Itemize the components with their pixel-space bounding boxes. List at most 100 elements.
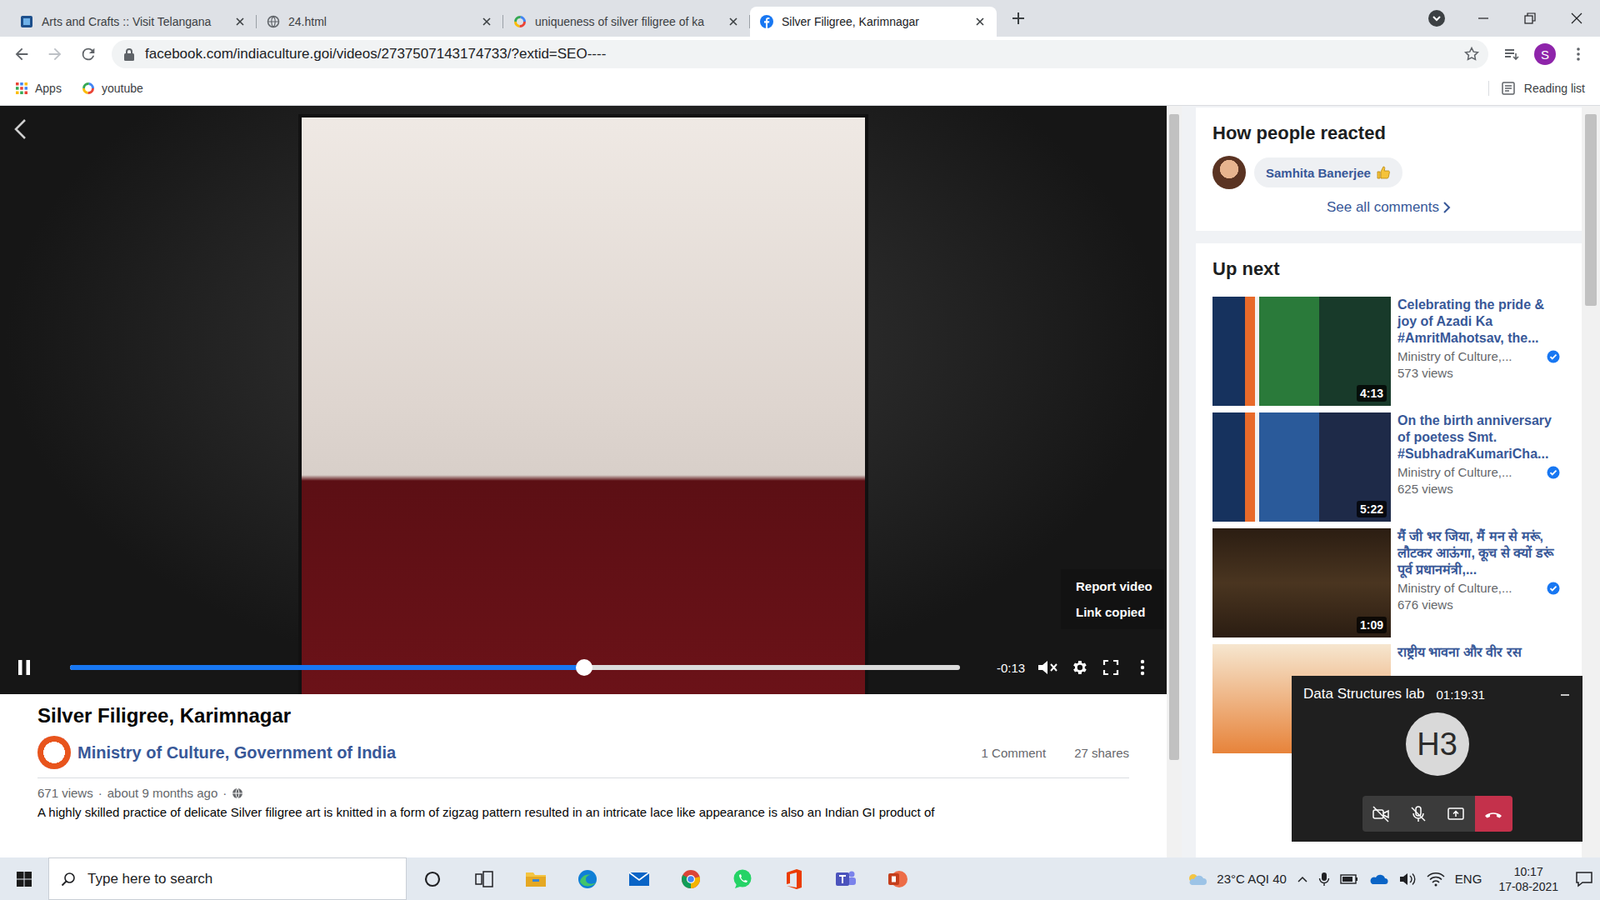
task-view-icon[interactable] [458, 857, 510, 900]
weather-icon[interactable] [1185, 870, 1207, 888]
restore-icon [1524, 12, 1536, 25]
tab-search-icon[interactable] [1413, 0, 1460, 37]
reload-icon[interactable] [73, 39, 104, 70]
browser-tab[interactable]: 24.html [256, 6, 504, 37]
scroll-thumb[interactable] [1585, 114, 1597, 306]
browser-tab[interactable]: uniqueness of silver filigree of ka [503, 6, 750, 37]
file-explorer-icon [532, 879, 540, 882]
up-next-item[interactable]: 4:13Celebrating the pride & joy of Azadi… [1212, 296, 1565, 406]
up-next-item[interactable]: 1:09मैं जी भर जिया, मैं मन से मरूं, लौटक… [1212, 528, 1565, 638]
scrollbar[interactable] [1166, 105, 1182, 858]
up-next-item[interactable]: 5:22On the birth anniversary of poetess … [1212, 412, 1565, 522]
description: A highly skilled practice of delicate Si… [37, 805, 1130, 820]
media-queue-icon[interactable] [1496, 39, 1527, 70]
share-count[interactable]: 27 shares [1074, 745, 1130, 760]
up-next-title[interactable]: राष्ट्रीय भावना और वीर रस [1397, 644, 1560, 661]
more-options-icon[interactable] [1126, 652, 1159, 683]
camera-off-icon[interactable] [1362, 795, 1400, 832]
comment-count[interactable]: 1 Comment [981, 745, 1047, 760]
search-placeholder[interactable]: Type here to search [87, 870, 213, 888]
user-avatar[interactable] [1212, 155, 1246, 190]
share-screen-icon[interactable] [1437, 795, 1475, 832]
battery-icon[interactable] [1340, 873, 1359, 885]
reading-list[interactable]: Reading list [1488, 80, 1585, 96]
address-bar[interactable]: facebook.com/indiaculture.goi/videos/273… [111, 40, 1489, 69]
bookmark[interactable]: Apps [15, 81, 62, 95]
see-all-comments[interactable]: See all comments [1212, 199, 1565, 216]
chrome-icon[interactable] [665, 857, 717, 900]
teams-icon[interactable] [820, 857, 872, 900]
video-thumbnail[interactable]: 5:22 [1212, 412, 1391, 522]
up-next-title[interactable]: Celebrating the pride & joy of Azadi Ka … [1397, 296, 1560, 347]
fullscreen-icon[interactable] [1095, 652, 1127, 683]
whatsapp-icon[interactable] [716, 857, 769, 900]
profile-button[interactable]: S [1534, 43, 1556, 65]
minimize-icon[interactable] [1460, 0, 1507, 37]
pause-icon[interactable] [13, 656, 35, 679]
powerpoint-icon[interactable] [871, 857, 924, 900]
lock-icon[interactable] [123, 47, 135, 61]
show-hidden-icon[interactable] [1296, 873, 1309, 885]
close-icon[interactable] [973, 15, 987, 29]
weather-text[interactable]: 23°C AQI 40 [1216, 871, 1287, 886]
muted-speaker-icon[interactable] [1031, 652, 1064, 683]
browser-tab[interactable]: Silver Filigree, Karimnagar [750, 6, 997, 37]
video-thumbnail[interactable]: 4:13 [1212, 296, 1391, 406]
scroll-thumb[interactable] [1169, 114, 1180, 760]
edge-icon[interactable] [561, 857, 614, 900]
url-text[interactable]: facebook.com/indiaculture.goi/videos/273… [145, 45, 1454, 63]
back-icon[interactable] [6, 39, 37, 70]
taskbar-search[interactable]: Type here to search [48, 857, 407, 900]
bookmark-star-icon[interactable] [1463, 45, 1480, 63]
bookmark[interactable]: youtube [81, 81, 144, 95]
page-avatar[interactable] [37, 735, 71, 770]
progress-knob[interactable] [575, 659, 593, 676]
close-icon[interactable] [480, 15, 494, 29]
user-name[interactable]: Samhita Banerjee [1265, 165, 1371, 180]
channel-name[interactable]: Ministry of Culture,... [1397, 349, 1513, 364]
video-player[interactable]: -0:13Report videoLink copied [0, 105, 1167, 695]
file-explorer-icon[interactable] [510, 857, 562, 900]
restore-icon[interactable] [1506, 0, 1554, 37]
channel-name[interactable]: Ministry of Culture,... [1397, 580, 1513, 595]
see-all-label[interactable]: See all comments [1326, 199, 1440, 216]
mail-icon[interactable] [613, 857, 665, 900]
up-next-title[interactable]: मैं जी भर जिया, मैं मन से मरूं, लौटकर आऊ… [1397, 528, 1560, 579]
mic-off-icon[interactable] [1400, 795, 1438, 832]
notification-icon[interactable] [1575, 870, 1594, 889]
minimize-call-icon[interactable] [1559, 688, 1571, 700]
chevron-right-icon [1442, 200, 1451, 215]
settings-gear-icon[interactable] [1063, 652, 1095, 683]
video-thumbnail[interactable]: 1:09 [1212, 528, 1391, 638]
menu-item[interactable]: Report video [1060, 579, 1165, 594]
menu-icon[interactable] [1563, 39, 1594, 70]
sidebar-scrollbar[interactable] [1581, 105, 1600, 858]
onedrive-icon[interactable] [1368, 872, 1389, 886]
microphone-icon[interactable] [1318, 871, 1330, 887]
office-icon[interactable] [768, 857, 820, 900]
cortana-icon[interactable] [406, 857, 459, 900]
progress-track[interactable] [70, 665, 960, 670]
up-next-title[interactable]: On the birth anniversary of poetess Smt.… [1397, 412, 1560, 463]
channel-name[interactable]: Ministry of Culture,... [1397, 465, 1513, 480]
clock[interactable]: 10:1717-08-2021 [1498, 864, 1559, 895]
browser-tab[interactable]: Arts and Crafts :: Visit Telangana [10, 6, 257, 37]
volume-icon[interactable] [1398, 871, 1417, 887]
close-icon[interactable] [233, 15, 247, 29]
teams-call-window[interactable]: Data Structures lab01:19:31H3 [1291, 675, 1583, 842]
post-age[interactable]: about 9 months ago [107, 785, 219, 800]
new-tab-icon[interactable] [1003, 3, 1034, 34]
forward-icon[interactable] [40, 39, 70, 70]
close-icon[interactable] [726, 15, 740, 29]
video-frame[interactable] [298, 114, 869, 695]
reaction-chip[interactable]: Samhita Banerjee [1254, 157, 1403, 188]
windows-start-icon[interactable] [0, 857, 49, 900]
input-language[interactable]: ENG [1455, 871, 1483, 886]
menu-item[interactable]: Link copied [1060, 605, 1165, 620]
page-name[interactable]: Ministry of Culture, Government of India [77, 743, 396, 763]
close-window-icon[interactable] [1553, 0, 1600, 37]
hang-up-icon[interactable] [1475, 795, 1513, 832]
reading-list-icon [1505, 85, 1512, 91]
wifi-icon[interactable] [1426, 871, 1445, 887]
video-back-icon[interactable] [11, 117, 30, 141]
